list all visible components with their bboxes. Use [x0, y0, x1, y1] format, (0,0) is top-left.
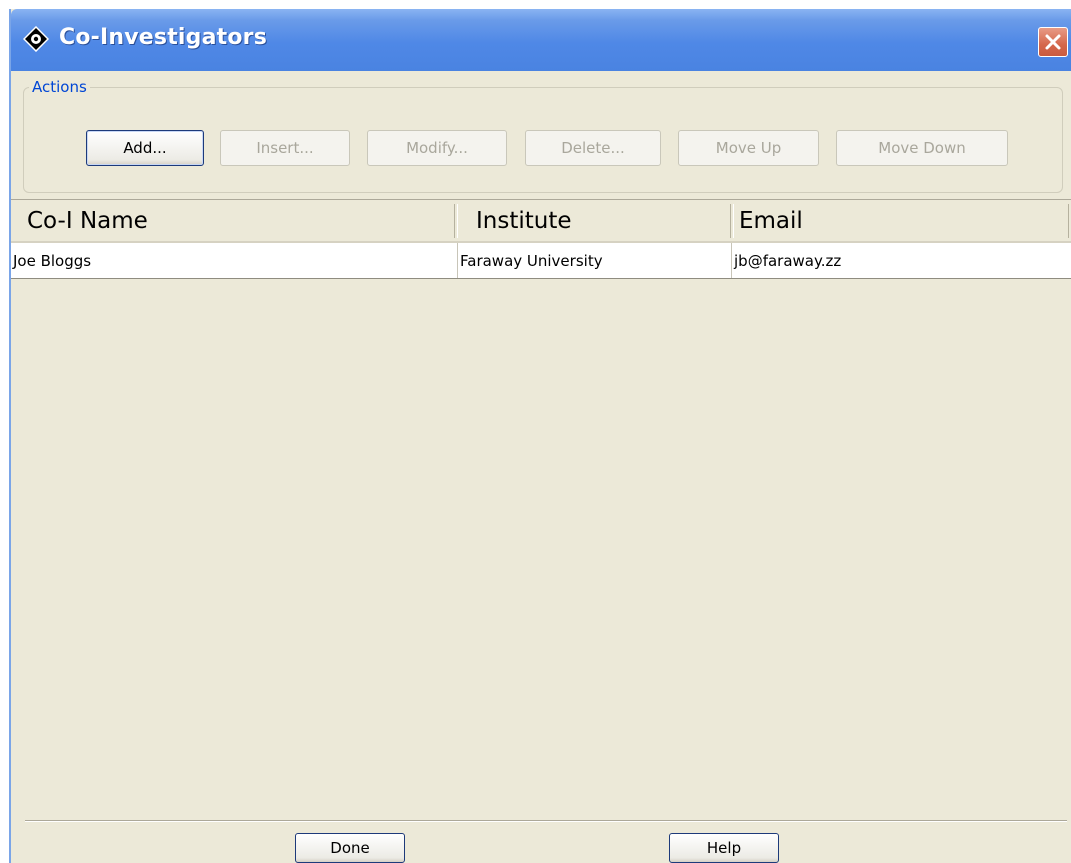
cell-email: jb@faraway.zz [734, 251, 842, 270]
title-bar[interactable]: Co-Investigators [11, 9, 1071, 71]
column-divider[interactable] [730, 204, 734, 238]
close-button[interactable] [1038, 27, 1068, 57]
done-button[interactable]: Done [295, 833, 405, 863]
cell-name: Joe Bloggs [13, 251, 92, 270]
co-investigators-table[interactable]: Co-I Name Institute Email Joe Bloggs Far… [11, 199, 1071, 809]
window-title: Co-Investigators [59, 25, 268, 50]
help-button[interactable]: Help [669, 833, 779, 863]
modify-button[interactable]: Modify... [367, 130, 507, 166]
add-button[interactable]: Add... [86, 130, 204, 166]
diamond-app-icon [22, 25, 50, 53]
column-header-email[interactable]: Email [739, 200, 1039, 242]
table-header: Co-I Name Institute Email [11, 199, 1071, 243]
cell-institute: Faraway University [460, 251, 603, 270]
column-header-name[interactable]: Co-I Name [27, 200, 447, 242]
actions-legend: Actions [29, 78, 90, 96]
delete-button[interactable]: Delete... [525, 130, 661, 166]
column-divider[interactable] [454, 204, 458, 238]
table-row[interactable]: Joe Bloggs Faraway University jb@faraway… [11, 243, 1071, 279]
column-header-institute[interactable]: Institute [476, 200, 726, 242]
footer-divider [25, 820, 1067, 822]
move-down-button[interactable]: Move Down [836, 130, 1008, 166]
move-up-button[interactable]: Move Up [678, 130, 819, 166]
insert-button[interactable]: Insert... [220, 130, 350, 166]
co-investigators-dialog: Co-Investigators Actions Add... Insert..… [9, 9, 1071, 863]
